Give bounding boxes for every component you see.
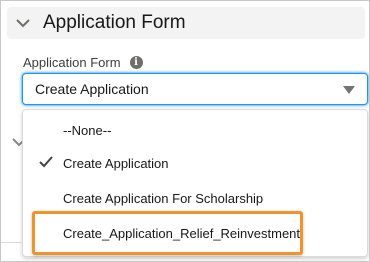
info-icon[interactable]: i — [129, 56, 143, 69]
option-none[interactable]: --None-- — [23, 113, 367, 147]
field-label: Application Form i — [23, 55, 143, 70]
combobox-value: Create Application — [35, 81, 149, 97]
info-glyph: i — [134, 56, 138, 68]
divider — [1, 242, 23, 243]
option-label: Create_Application_Relief_Reinvestment — [63, 225, 301, 241]
option-create-application-relief-reinvestment[interactable]: Create_Application_Relief_Reinvestment — [32, 211, 303, 255]
caret-down-icon — [343, 86, 355, 94]
screenshot-frame: Application Form Application Form i Crea… — [0, 0, 370, 262]
field-label-text: Application Form — [23, 55, 121, 70]
option-label: Create Application — [63, 155, 169, 171]
option-label: --None-- — [63, 122, 112, 138]
section-header[interactable]: Application Form — [7, 7, 365, 39]
checkmark-icon — [39, 156, 53, 168]
option-label: Create Application For Scholarship — [63, 190, 264, 206]
option-create-application[interactable]: Create Application — [23, 146, 367, 180]
chevron-down-icon[interactable] — [15, 15, 31, 31]
application-form-combobox[interactable]: Create Application — [22, 73, 368, 105]
option-create-application-for-scholarship[interactable]: Create Application For Scholarship — [23, 181, 367, 215]
section-title: Application Form — [43, 12, 186, 33]
